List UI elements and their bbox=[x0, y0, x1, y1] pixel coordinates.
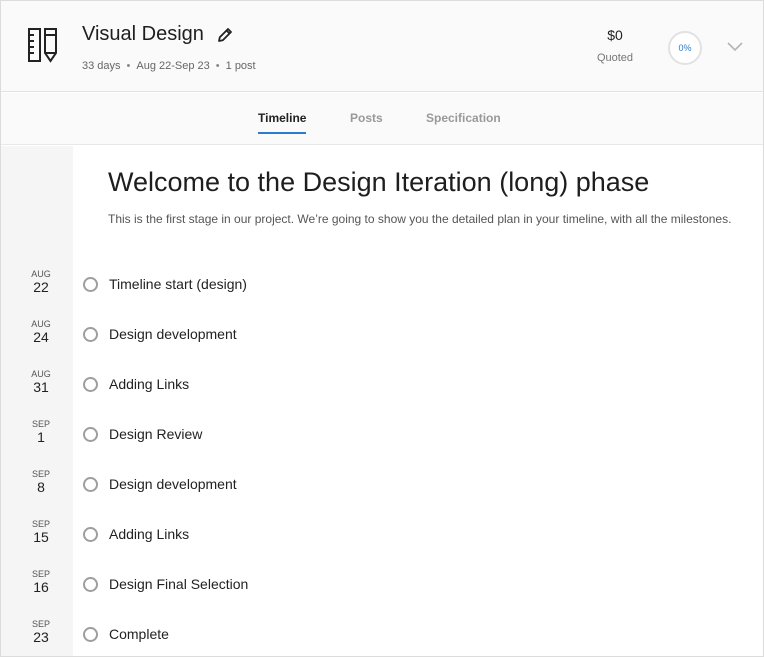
milestone-status-circle[interactable] bbox=[83, 327, 98, 342]
phase-heading: Welcome to the Design Iteration (long) p… bbox=[108, 167, 650, 197]
milestone-item: SEP 23 Complete bbox=[1, 619, 763, 656]
milestone-label[interactable]: Adding Links bbox=[109, 376, 189, 392]
milestone-month: AUG bbox=[31, 269, 51, 279]
milestone-status-circle[interactable] bbox=[83, 577, 98, 592]
milestone-day: 8 bbox=[37, 479, 45, 495]
milestone-label[interactable]: Design development bbox=[109, 476, 237, 492]
milestone-month: SEP bbox=[31, 569, 50, 579]
tab-specification[interactable]: Specification bbox=[426, 111, 501, 125]
progress-value: 0% bbox=[678, 43, 692, 53]
milestone-label[interactable]: Design development bbox=[109, 326, 237, 342]
milestone-day: 15 bbox=[33, 529, 49, 545]
pencil-icon[interactable] bbox=[216, 26, 234, 44]
meta-duration: 33 days bbox=[82, 60, 121, 72]
milestone-item: AUG 24 Design development bbox=[1, 319, 763, 359]
quoted-label: Quoted bbox=[596, 52, 634, 64]
phase-card: Visual Design 33 days • Aug 22-Sep 23 • … bbox=[0, 0, 764, 657]
milestone-status-circle[interactable] bbox=[83, 527, 98, 542]
title-row: Visual Design bbox=[82, 23, 234, 46]
milestone-item: AUG 22 Timeline start (design) bbox=[1, 269, 763, 309]
milestone-month: AUG bbox=[31, 369, 51, 379]
milestone-label[interactable]: Complete bbox=[109, 626, 169, 642]
tab-posts[interactable]: Posts bbox=[350, 111, 383, 125]
meta-posts: 1 post bbox=[225, 60, 256, 72]
tab-timeline[interactable]: Timeline bbox=[258, 111, 307, 134]
milestone-status-circle[interactable] bbox=[83, 477, 98, 492]
milestone-day: 24 bbox=[33, 329, 49, 345]
milestone-month: SEP bbox=[31, 519, 50, 529]
milestone-label[interactable]: Design Review bbox=[109, 426, 202, 442]
price-block: $0 Quoted bbox=[591, 27, 639, 64]
milestone-item: SEP 16 Design Final Selection bbox=[1, 569, 763, 609]
milestone-status-circle[interactable] bbox=[83, 427, 98, 442]
tab-bar: Timeline Posts Specification bbox=[1, 93, 763, 145]
milestone-day: 22 bbox=[33, 279, 49, 295]
phase-title: Visual Design bbox=[82, 23, 204, 45]
active-tab-indicator bbox=[258, 132, 307, 134]
milestone-month: SEP bbox=[31, 469, 50, 479]
tab-label: Posts bbox=[350, 111, 383, 125]
milestone-day: 23 bbox=[33, 629, 49, 645]
phase-description: This is the first stage in our project. … bbox=[108, 212, 732, 226]
phase-meta: 33 days • Aug 22-Sep 23 • 1 post bbox=[82, 60, 256, 72]
milestone-item: AUG 31 Adding Links bbox=[1, 369, 763, 409]
meta-separator: • bbox=[215, 60, 220, 72]
milestone-month: AUG bbox=[31, 319, 51, 329]
chevron-down-icon[interactable] bbox=[725, 39, 745, 55]
tab-label: Specification bbox=[426, 111, 501, 125]
quoted-price: $0 bbox=[607, 27, 623, 43]
meta-range: Aug 22-Sep 23 bbox=[136, 60, 210, 72]
milestone-month: SEP bbox=[31, 419, 50, 429]
milestone-label[interactable]: Design Final Selection bbox=[109, 576, 248, 592]
tab-label: Timeline bbox=[258, 111, 307, 125]
milestone-day: 31 bbox=[33, 379, 49, 395]
milestone-item: SEP 8 Design development bbox=[1, 469, 763, 509]
phase-header: Visual Design 33 days • Aug 22-Sep 23 • … bbox=[1, 1, 763, 92]
milestone-status-circle[interactable] bbox=[83, 627, 98, 642]
milestone-label[interactable]: Adding Links bbox=[109, 526, 189, 542]
milestone-item: SEP 1 Design Review bbox=[1, 419, 763, 459]
milestone-month: SEP bbox=[31, 619, 50, 629]
milestone-day: 16 bbox=[33, 579, 49, 595]
progress-indicator: 0% bbox=[668, 31, 702, 65]
meta-separator: • bbox=[126, 60, 131, 72]
ruler-pencil-icon bbox=[28, 28, 57, 63]
milestone-status-circle[interactable] bbox=[83, 277, 98, 292]
milestone-item: SEP 15 Adding Links bbox=[1, 519, 763, 559]
milestone-status-circle[interactable] bbox=[83, 377, 98, 392]
milestone-day: 1 bbox=[37, 429, 45, 445]
milestone-label[interactable]: Timeline start (design) bbox=[109, 276, 247, 292]
